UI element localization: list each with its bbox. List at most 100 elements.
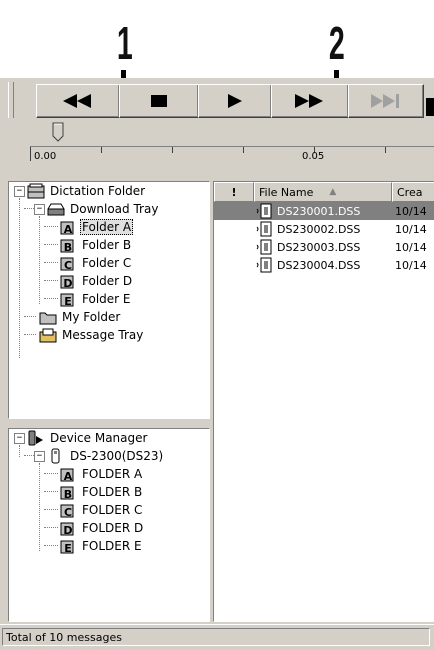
tree-item-folder-b[interactable]: B Folder B xyxy=(59,236,133,254)
folder-a-icon: A xyxy=(60,221,74,235)
tree-label: DS-2300(DS23) xyxy=(70,449,164,463)
tree-item-device[interactable]: DS-2300(DS23) xyxy=(47,447,165,465)
play-icon xyxy=(228,94,242,108)
tree-label: Dictation Folder xyxy=(50,184,146,198)
column-header-file-name[interactable]: File Name ▲ xyxy=(254,182,392,202)
file-row[interactable]: DS230002.DSS 10/14 xyxy=(214,220,434,238)
tree-label: My Folder xyxy=(62,310,121,324)
file-name-cell: DS230003.DSS xyxy=(277,240,361,254)
callout-1-label: 1 xyxy=(116,17,133,69)
ruler-label-start: 0.00 xyxy=(34,151,57,162)
column-header-label: Crea xyxy=(397,185,423,199)
device-manager-collapse-toggle[interactable]: − xyxy=(14,433,25,444)
time-ruler: 0.00 0.05 xyxy=(30,146,434,163)
tree-item-dictation-folder[interactable]: Dictation Folder xyxy=(27,182,147,200)
file-row[interactable]: DS230003.DSS 10/14 xyxy=(214,238,434,256)
tree-item-device-folder-c[interactable]: C FOLDER C xyxy=(59,501,144,519)
stop-button[interactable] xyxy=(119,84,199,118)
tree-item-device-folder-a[interactable]: A FOLDER A xyxy=(59,465,144,483)
svg-text:B: B xyxy=(64,241,72,253)
tree-item-device-folder-e[interactable]: E FOLDER E xyxy=(59,537,144,555)
tree-label: Folder A xyxy=(80,219,134,235)
folder-c-icon: C xyxy=(60,504,74,518)
position-slider-thumb[interactable] xyxy=(52,122,64,145)
tree-item-folder-c[interactable]: C Folder C xyxy=(59,254,133,272)
tree-item-message-tray[interactable]: Message Tray xyxy=(39,326,145,344)
position-slider-track[interactable] xyxy=(36,131,434,132)
svg-text:C: C xyxy=(64,506,72,518)
folder-e-icon: E xyxy=(60,293,74,307)
audio-file-icon xyxy=(256,239,272,255)
skip-end-icon xyxy=(371,94,399,108)
tree-label: Folder D xyxy=(82,274,133,288)
tree-item-device-folder-b[interactable]: B FOLDER B xyxy=(59,483,144,501)
toolbar-grip[interactable] xyxy=(8,82,14,118)
folder-d-icon: D xyxy=(60,275,74,289)
tree-label: FOLDER B xyxy=(82,485,143,499)
folder-b-icon: B xyxy=(60,239,74,253)
svg-text:A: A xyxy=(64,470,73,482)
stop-icon xyxy=(151,95,167,107)
column-header-label: ! xyxy=(231,185,237,199)
audio-file-icon xyxy=(256,203,272,219)
tree-item-folder-a[interactable]: A Folder A xyxy=(59,218,134,236)
tree-item-device-manager[interactable]: Device Manager xyxy=(27,429,149,447)
device-manager-tree[interactable]: − Device Manager − DS-2300(DS23) A FOLDE… xyxy=(8,428,210,622)
recorder-icon xyxy=(51,448,60,464)
tree-item-device-folder-d[interactable]: D FOLDER D xyxy=(59,519,145,537)
tree-item-my-folder[interactable]: My Folder xyxy=(39,308,122,326)
column-header-label: File Name xyxy=(259,185,314,199)
tree-label: Download Tray xyxy=(70,202,159,216)
column-header-priority[interactable]: ! xyxy=(214,182,254,202)
tree-label: Message Tray xyxy=(62,328,144,342)
tree-label: Folder C xyxy=(82,256,132,270)
device-collapse-toggle[interactable]: − xyxy=(34,451,45,462)
folder-icon xyxy=(39,312,57,325)
column-header-created[interactable]: Crea xyxy=(392,182,434,202)
sort-ascending-icon: ▲ xyxy=(329,187,337,197)
skip-to-end-button[interactable] xyxy=(348,84,424,118)
status-text: Total of 10 messages xyxy=(2,628,430,646)
audio-file-icon xyxy=(256,257,272,273)
tree-item-folder-d[interactable]: D Folder D xyxy=(59,272,134,290)
pane-splitter-horizontal[interactable] xyxy=(8,417,208,428)
file-row[interactable]: DS230001.DSS 10/14 xyxy=(214,202,434,220)
message-tray-icon xyxy=(39,328,57,343)
pane-splitter-vertical[interactable] xyxy=(208,181,213,620)
rewind-icon xyxy=(63,94,91,108)
cabinet-icon xyxy=(27,183,45,199)
dictation-folder-tree[interactable]: − Dictation Folder − Download Tray A Fol… xyxy=(8,181,210,419)
folder-d-icon: D xyxy=(60,522,74,536)
folder-b-icon: B xyxy=(60,486,74,500)
created-cell: 10/14 xyxy=(395,204,427,218)
folder-c-icon: C xyxy=(60,257,74,271)
device-manager-icon xyxy=(28,430,43,446)
folder-e-icon: E xyxy=(60,540,74,554)
svg-text:A: A xyxy=(64,223,73,235)
file-list[interactable]: ! File Name ▲ Crea DS230001.DSS 10/14 DS… xyxy=(213,181,434,622)
created-cell: 10/14 xyxy=(395,222,427,236)
file-row[interactable]: DS230004.DSS 10/14 xyxy=(214,256,434,274)
play-button[interactable] xyxy=(198,84,272,118)
svg-text:E: E xyxy=(64,542,72,554)
tree-label: Folder E xyxy=(82,292,131,306)
tree-item-download-tray[interactable]: Download Tray xyxy=(47,200,160,218)
audio-file-icon xyxy=(256,221,272,237)
toolbar-overflow-indicator xyxy=(426,98,434,116)
transport-toolbar: 0.00 0.05 xyxy=(0,78,434,166)
svg-text:D: D xyxy=(63,277,72,289)
svg-text:D: D xyxy=(63,524,72,536)
fast-forward-button[interactable] xyxy=(271,84,349,118)
tree-label: FOLDER E xyxy=(82,539,142,553)
file-name-cell: DS230002.DSS xyxy=(277,222,361,236)
tree-label: FOLDER C xyxy=(82,503,143,517)
fast-forward-icon xyxy=(295,94,323,108)
download-tray-collapse-toggle[interactable]: − xyxy=(34,204,45,215)
status-bar: Total of 10 messages xyxy=(0,624,434,650)
created-cell: 10/14 xyxy=(395,240,427,254)
callout-2-label: 2 xyxy=(328,17,345,69)
rewind-button[interactable] xyxy=(36,84,120,118)
svg-text:B: B xyxy=(64,488,72,500)
dictation-folder-collapse-toggle[interactable]: − xyxy=(14,186,25,197)
tree-item-folder-e[interactable]: E Folder E xyxy=(59,290,132,308)
